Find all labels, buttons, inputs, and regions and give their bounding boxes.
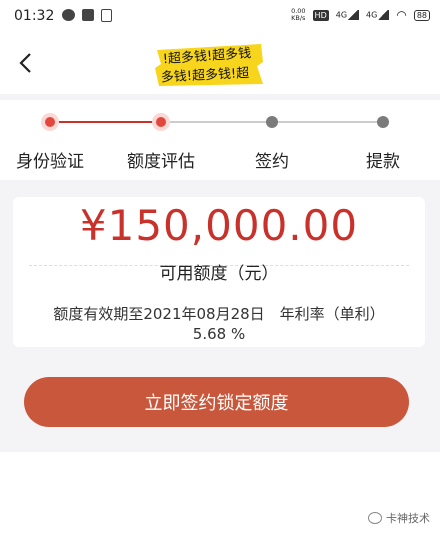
watermark-text: 卡神技术 — [386, 512, 430, 525]
status-bar: 01:32 0.00 KB/s HD 4G 4G ◠ 88 — [0, 0, 440, 34]
credit-amount-label: 可用额度（元） — [159, 264, 279, 284]
status-time: 01:32 — [14, 8, 55, 24]
credit-card: ¥150,000.00 可用额度（元） 额度有效期至2021年08月28日 年利… — [13, 197, 425, 347]
step-track — [50, 121, 383, 123]
credit-amount: ¥150,000.00 — [79, 201, 359, 250]
sign-lock-credit-button[interactable]: 立即签约锁定额度 — [24, 377, 409, 427]
credit-expiry: 额度有效期至2021年08月28日 年利率（单利） — [53, 305, 385, 323]
signal-1: 4G — [335, 10, 360, 20]
wechat-official-icon — [368, 512, 382, 524]
header: !超多钱!超多钱 多钱!超多钱!超 — [0, 34, 440, 94]
checkbox-icon — [82, 9, 94, 21]
watermark: 卡神技术 — [368, 510, 430, 526]
step-track-progress — [50, 121, 161, 123]
step-dot-4 — [374, 113, 392, 131]
step-dot-2 — [152, 113, 170, 131]
step-dot-3 — [263, 113, 281, 131]
signal-1-label: 4G — [335, 10, 348, 20]
wechat-icon — [62, 9, 75, 21]
status-indicators: 0.00 KB/s HD 4G 4G ◠ 88 — [291, 8, 430, 22]
step-dot-1 — [41, 113, 59, 131]
network-speed: 0.00 KB/s — [291, 7, 306, 22]
document-icon — [101, 9, 112, 22]
step-label-identity: 身份验证 — [16, 152, 84, 172]
signal-2-label: 4G — [366, 10, 378, 20]
hd-badge: HD — [312, 9, 329, 21]
back-button[interactable] — [16, 50, 38, 76]
signal-2: 4G — [366, 10, 390, 20]
signal-2-icon — [377, 10, 390, 20]
chevron-left-icon — [19, 53, 31, 73]
step-label-withdraw: 提款 — [366, 152, 400, 172]
annual-rate: 5.68 % — [192, 325, 246, 343]
brand-logo: !超多钱!超多钱 多钱!超多钱!超 — [155, 44, 263, 86]
battery-icon: 88 — [413, 9, 430, 21]
step-label-sign: 签约 — [255, 152, 289, 172]
step-label-evaluation: 额度评估 — [127, 152, 195, 172]
progress-steps: 身份验证 额度评估 签约 提款 — [0, 100, 440, 180]
signal-1-icon — [347, 10, 360, 20]
wifi-icon: ◠ — [396, 8, 407, 22]
notification-icons — [62, 9, 112, 22]
